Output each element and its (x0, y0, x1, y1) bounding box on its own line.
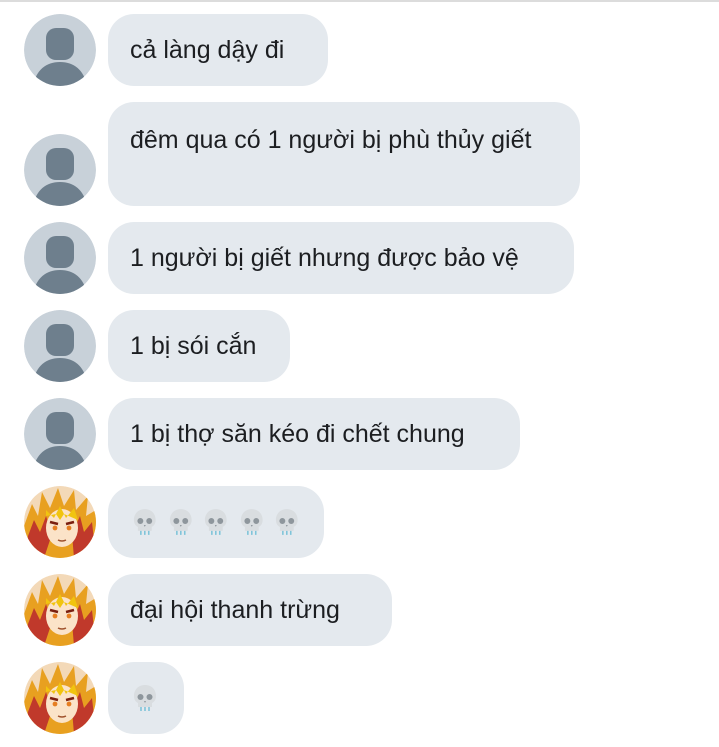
message-bubble[interactable]: cả làng dậy đi (108, 14, 328, 86)
message-bubble[interactable]: đêm qua có 1 người bị phù thủy giết (108, 102, 580, 206)
message-bubble[interactable]: 1 bị sói cắn (108, 310, 290, 382)
default-avatar-icon[interactable] (24, 222, 96, 294)
message-text: cả làng dậy đi (130, 36, 285, 64)
default-avatar-icon[interactable] (24, 398, 96, 470)
message-text: 1 bị thợ săn kéo đi chết chung (130, 420, 465, 448)
message-text: 1 người bị giết nhưng được bảo vệ (130, 244, 519, 272)
skull-emoji-icon (134, 685, 156, 711)
message-text: đêm qua có 1 người bị phù thủy giết (130, 126, 532, 154)
skull-emoji-icon (240, 509, 263, 535)
anime-avatar-icon[interactable] (24, 486, 96, 558)
default-avatar-icon[interactable] (24, 310, 96, 382)
message-bubble[interactable]: 1 người bị giết nhưng được bảo vệ (108, 222, 574, 294)
top-divider (0, 0, 719, 2)
skull-emoji-icon (169, 509, 192, 535)
message-bubble[interactable]: 1 bị thợ săn kéo đi chết chung (108, 398, 520, 470)
anime-avatar-icon[interactable] (24, 662, 96, 734)
message-bubble[interactable] (108, 486, 324, 558)
skull-emoji-icon (205, 509, 227, 535)
default-avatar-icon[interactable] (24, 134, 96, 206)
message-bubble[interactable] (108, 662, 184, 734)
emoji-row (130, 682, 162, 714)
anime-avatar-icon[interactable] (24, 574, 96, 646)
skull-emoji-icon (133, 509, 156, 535)
message-bubble[interactable]: đại hội thanh trừng (108, 574, 392, 646)
skull-emoji-icon (276, 509, 299, 535)
message-text: 1 bị sói cắn (130, 332, 257, 360)
message-text: đại hội thanh trừng (130, 596, 340, 624)
emoji-row (130, 506, 302, 538)
default-avatar-icon[interactable] (24, 14, 96, 86)
